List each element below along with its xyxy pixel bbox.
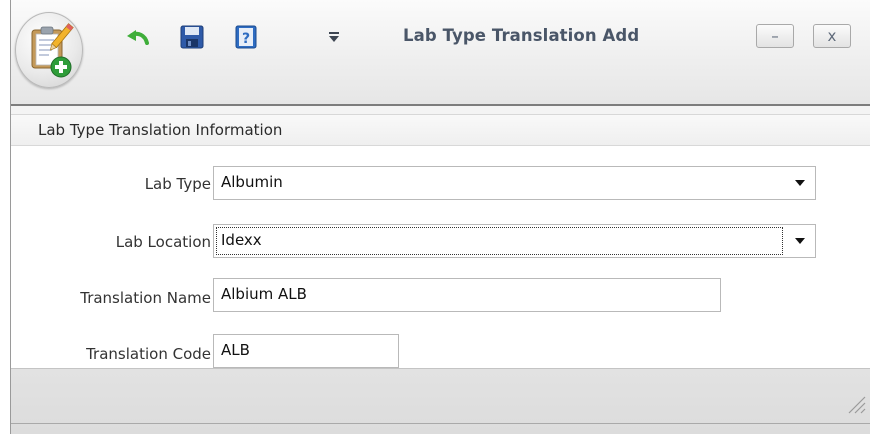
group-title: Lab Type Translation Information [38, 121, 283, 139]
lab-location-dropdown[interactable]: Idexx [213, 224, 816, 258]
minimize-icon: – [771, 26, 779, 45]
help-button[interactable]: ? [229, 22, 263, 52]
clipboard-add-icon [31, 23, 74, 78]
translation-name-value: Albium ALB [221, 285, 307, 303]
translation-code-label: Translation Code [86, 345, 211, 363]
title-bar: ? Lab Type Translation Add – x [11, 0, 870, 106]
status-bar-divider [11, 423, 870, 424]
group-header: Lab Type Translation Information [11, 114, 870, 146]
focus-rectangle [216, 227, 783, 255]
lab-type-label: Lab Type [144, 175, 211, 193]
save-button[interactable] [175, 22, 209, 52]
lab-type-dropdown[interactable]: Albumin [213, 166, 816, 200]
chevron-down-icon[interactable] [795, 238, 805, 244]
save-icon [180, 25, 204, 49]
app-menu-button[interactable] [15, 12, 83, 88]
close-icon: x [827, 26, 837, 45]
svg-text:?: ? [242, 31, 250, 47]
dialog-window: ? Lab Type Translation Add – x Lab Type … [10, 0, 870, 434]
translation-name-input[interactable]: Albium ALB [213, 278, 721, 312]
lab-type-value: Albumin [221, 173, 283, 191]
status-bar [11, 368, 870, 434]
lab-location-value: Idexx [221, 231, 262, 249]
resize-grip-icon[interactable] [847, 393, 867, 415]
window-title: Lab Type Translation Add [403, 26, 640, 45]
undo-button[interactable] [121, 22, 155, 52]
translation-code-input[interactable]: ALB [213, 334, 399, 368]
chevron-down-icon[interactable] [795, 180, 805, 186]
help-icon: ? [235, 25, 257, 49]
close-button[interactable]: x [813, 24, 851, 48]
undo-icon [127, 30, 149, 45]
translation-code-value: ALB [221, 341, 250, 359]
customize-toolbar-icon [329, 32, 339, 42]
lab-location-label: Lab Location [115, 233, 211, 251]
translation-name-label: Translation Name [80, 289, 211, 307]
lab-type-translation-group: Lab Type Translation Information Lab Typ… [11, 114, 870, 368]
minimize-button[interactable]: – [756, 24, 794, 48]
customize-toolbar-button[interactable] [317, 22, 351, 52]
